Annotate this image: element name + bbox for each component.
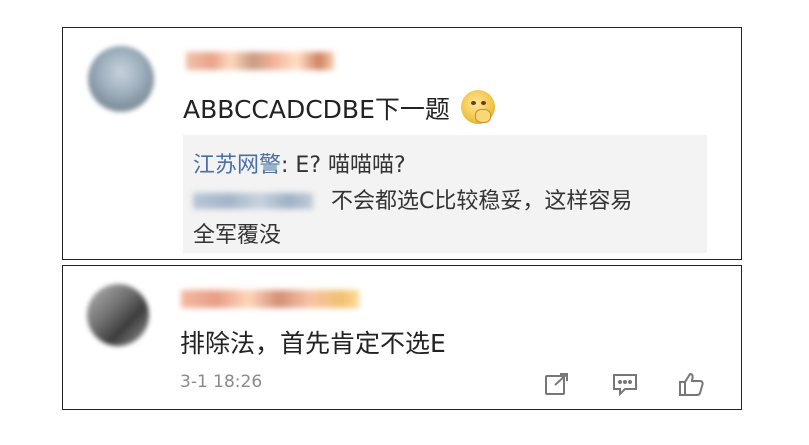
reply-text: 不会都选C比较稳妥，这样容易: [331, 189, 633, 214]
comment-card: 排除法，首先肯定不选E 3-1 18:26: [62, 265, 742, 410]
avatar[interactable]: [87, 284, 149, 346]
avatar[interactable]: [88, 46, 154, 112]
blurred-username[interactable]: [181, 290, 359, 308]
share-icon[interactable]: [543, 371, 571, 397]
emoji-icon: [461, 90, 495, 124]
comment-time: 3-1 18:26: [180, 372, 263, 392]
like-icon[interactable]: [677, 371, 705, 397]
comment-icon[interactable]: [611, 371, 639, 397]
reply-author[interactable]: 江苏网警: [193, 153, 281, 178]
reply-box[interactable]: 江苏网警: E? 喵喵喵? 不会都选C比较稳妥，这样容易 全军覆没: [183, 135, 707, 253]
reply-text: : E? 喵喵喵?: [281, 153, 406, 178]
comment-text: ABBCCADCDBE下一题: [183, 95, 450, 124]
blurred-reply-username[interactable]: [193, 193, 313, 209]
comment-card: ABBCCADCDBE下一题 江苏网警: E? 喵喵喵? 不会都选C比较稳妥，这…: [62, 27, 742, 260]
reply-text: 全军覆没: [193, 223, 282, 248]
blurred-username[interactable]: [186, 52, 334, 70]
comment-text: 排除法，首先肯定不选E: [180, 329, 446, 358]
reply-line: 江苏网警: E? 喵喵喵?: [193, 147, 406, 179]
